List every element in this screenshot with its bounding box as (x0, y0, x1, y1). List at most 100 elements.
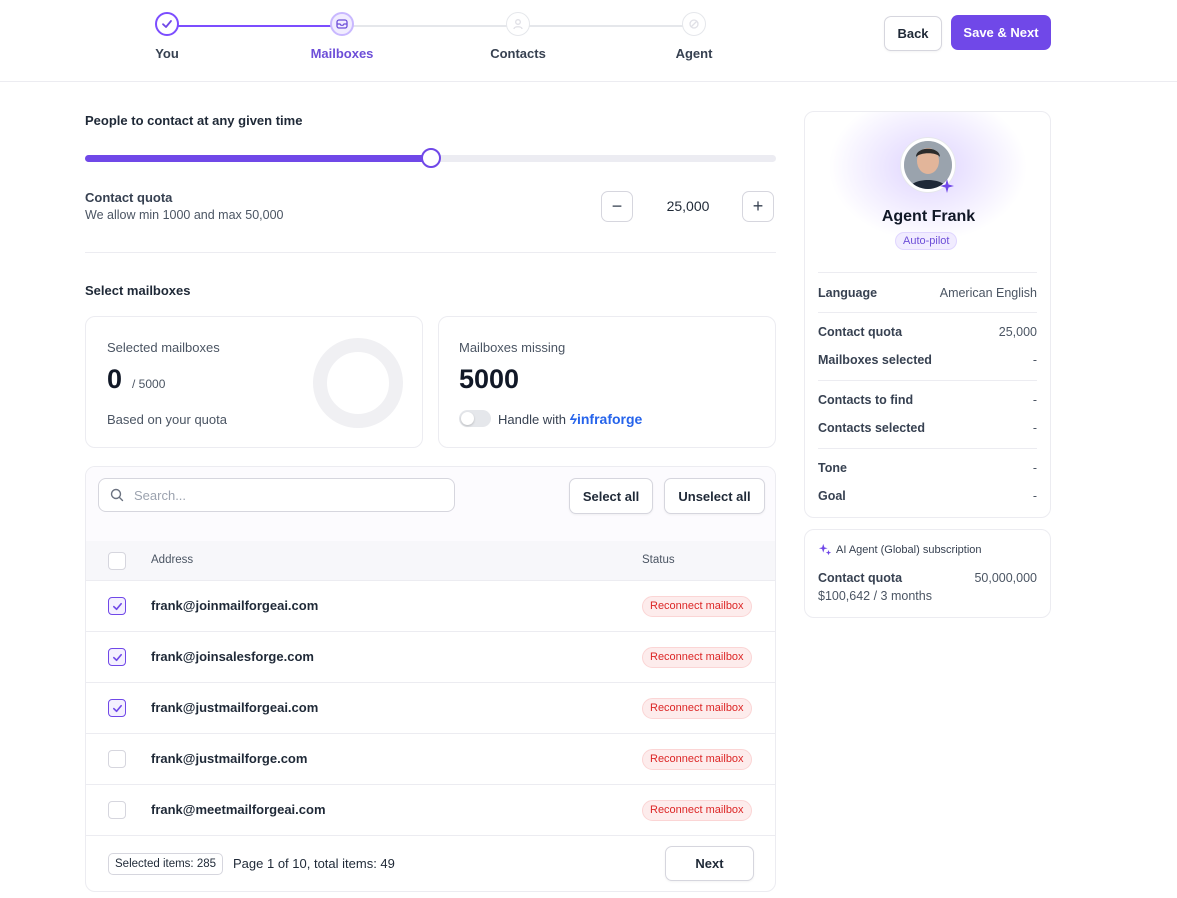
agent-summary-card: Agent Frank Auto-pilot Language American… (804, 111, 1051, 518)
toggle-knob (461, 412, 474, 425)
tone-label: Tone (818, 461, 847, 475)
row-checkbox[interactable] (108, 699, 126, 717)
ai-sparkle-icon (818, 543, 832, 556)
table-row[interactable]: frank@joinsalesforge.com Reconnect mailbo… (86, 632, 775, 683)
reconnect-mailbox-badge[interactable]: Reconnect mailbox (642, 749, 752, 770)
selected-mailboxes-note: Based on your quota (107, 412, 227, 427)
goal-value: - (1032, 489, 1037, 503)
agent-name: Agent Frank (881, 208, 976, 225)
next-page-button[interactable]: Next (665, 846, 754, 881)
step-mailboxes[interactable]: Mailboxes (287, 12, 397, 61)
table-row[interactable]: frank@justmailforgeai.com Reconnect mailb… (86, 683, 775, 734)
mailbox-address: frank@joinsalesforge.com (151, 649, 314, 664)
step-label: Mailboxes (310, 46, 374, 61)
handle-with-label: Handle with ϟinfraforge (498, 411, 642, 427)
language-value: American English (939, 286, 1037, 300)
unselect-all-button[interactable]: Unselect all (664, 478, 765, 514)
subscription-quota-value: 50,000,000 (974, 571, 1037, 585)
step-agent[interactable]: Agent (639, 12, 749, 61)
step-contacts[interactable]: Contacts (463, 12, 573, 61)
step-label: You (155, 46, 179, 61)
agent-icon (682, 12, 706, 36)
decrease-quota-button[interactable]: − (601, 191, 633, 222)
mailbox-address: frank@justmailforgeai.com (151, 700, 319, 715)
details-divider (818, 312, 1037, 313)
selected-mailboxes-label: Selected mailboxes (107, 340, 220, 355)
subscription-price: $100,642 / 3 months (818, 589, 932, 603)
search-icon (110, 488, 124, 502)
language-label: Language (818, 286, 878, 300)
row-checkbox[interactable] (108, 750, 126, 768)
progress-stepper: You Mailboxes Contacts Agent (120, 12, 740, 72)
goal-label: Goal (818, 489, 846, 503)
reconnect-mailbox-badge[interactable]: Reconnect mailbox (642, 647, 752, 668)
mailbox-table: Select all Unselect all Address Status f… (85, 466, 776, 892)
search-input[interactable] (134, 487, 434, 503)
mailboxes-selected-label: Mailboxes selected (818, 353, 932, 367)
row-checkbox[interactable] (108, 801, 126, 819)
mailbox-address: frank@justmailforge.com (151, 751, 308, 766)
table-row[interactable]: frank@meetmailforgeai.com Reconnect mailb… (86, 785, 775, 836)
reconnect-mailbox-badge[interactable]: Reconnect mailbox (642, 596, 752, 617)
infraforge-mark-icon: ϟ (569, 411, 577, 427)
reconnect-mailbox-badge[interactable]: Reconnect mailbox (642, 800, 752, 821)
table-header: Address Status (86, 541, 775, 581)
contacts-icon (506, 12, 530, 36)
mailbox-address: frank@meetmailforgeai.com (151, 802, 326, 817)
selected-items-badge: Selected items: 285 (108, 853, 224, 875)
mailbox-donut-chart (313, 338, 403, 428)
infraforge-brand: infraforge (576, 411, 643, 427)
subscription-quota-label: Contact quota (818, 571, 903, 585)
select-all-checkbox[interactable] (108, 552, 126, 570)
step-label: Contacts (490, 46, 546, 61)
mailbox-address: frank@joinmailforgeai.com (151, 598, 319, 613)
save-next-button[interactable]: Save & Next (951, 15, 1051, 50)
contact-quota-title: Contact quota (85, 190, 173, 205)
contact-quota-label: Contact quota (818, 325, 903, 339)
mailboxes-missing-count: 5000 (459, 364, 520, 394)
table-row[interactable]: frank@joinmailforgeai.com Reconnect mailb… (86, 581, 775, 632)
top-header: You Mailboxes Contacts Agent Back Save &… (0, 0, 1177, 82)
mailbox-icon (330, 12, 354, 36)
details-divider (818, 380, 1037, 381)
agent-mode-badge: Auto-pilot (895, 232, 958, 250)
mailboxes-section-title: Select mailboxes (85, 283, 191, 298)
step-label: Agent (675, 46, 713, 61)
contact-quota-hint: We allow min 1000 and max 50,000 (85, 208, 284, 222)
details-divider (818, 272, 1037, 273)
selected-mailboxes-card: Selected mailboxes 0 / 5000 Based on you… (85, 316, 423, 448)
selected-mailboxes-count: 0 (107, 364, 123, 394)
search-box[interactable] (98, 478, 455, 512)
contact-section-title: People to contact at any given time (85, 113, 303, 128)
status-column-header: Status (642, 554, 675, 566)
slider-thumb[interactable] (420, 148, 441, 168)
table-row[interactable]: frank@justmailforge.com Reconnect mailbox (86, 734, 775, 785)
increase-quota-button[interactable]: + (742, 191, 774, 222)
mailboxes-selected-value: - (1032, 353, 1037, 367)
quota-value[interactable]: 25,000 (640, 198, 736, 214)
back-button[interactable]: Back (884, 16, 942, 51)
reconnect-mailbox-badge[interactable]: Reconnect mailbox (642, 698, 752, 719)
infraforge-logo: ϟinfraforge (570, 411, 643, 427)
select-all-button[interactable]: Select all (569, 478, 653, 514)
contacts-selected-value: - (1032, 421, 1037, 435)
infraforge-toggle[interactable] (459, 410, 491, 427)
handle-with-text: Handle with (498, 412, 566, 427)
row-checkbox[interactable] (108, 597, 126, 615)
selected-mailboxes-total: / 5000 (132, 377, 166, 391)
contact-slider[interactable] (85, 148, 776, 168)
subscription-card: AI Agent (Global) subscription Contact q… (804, 529, 1051, 618)
details-divider (818, 448, 1037, 449)
contact-quota-value: 25,000 (998, 325, 1037, 339)
address-column-header: Address (151, 554, 194, 566)
contacts-to-find-label: Contacts to find (818, 393, 914, 407)
step-you[interactable]: You (112, 12, 222, 61)
subscription-title: AI Agent (Global) subscription (836, 544, 982, 556)
mailboxes-missing-label: Mailboxes missing (459, 340, 566, 355)
mailboxes-missing-card: Mailboxes missing 5000 Handle with ϟinfr… (438, 316, 776, 448)
row-checkbox[interactable] (108, 648, 126, 666)
check-icon (155, 12, 179, 36)
table-toolbar: Select all Unselect all (86, 467, 775, 541)
contacts-selected-label: Contacts selected (818, 421, 925, 435)
section-divider (85, 252, 776, 253)
